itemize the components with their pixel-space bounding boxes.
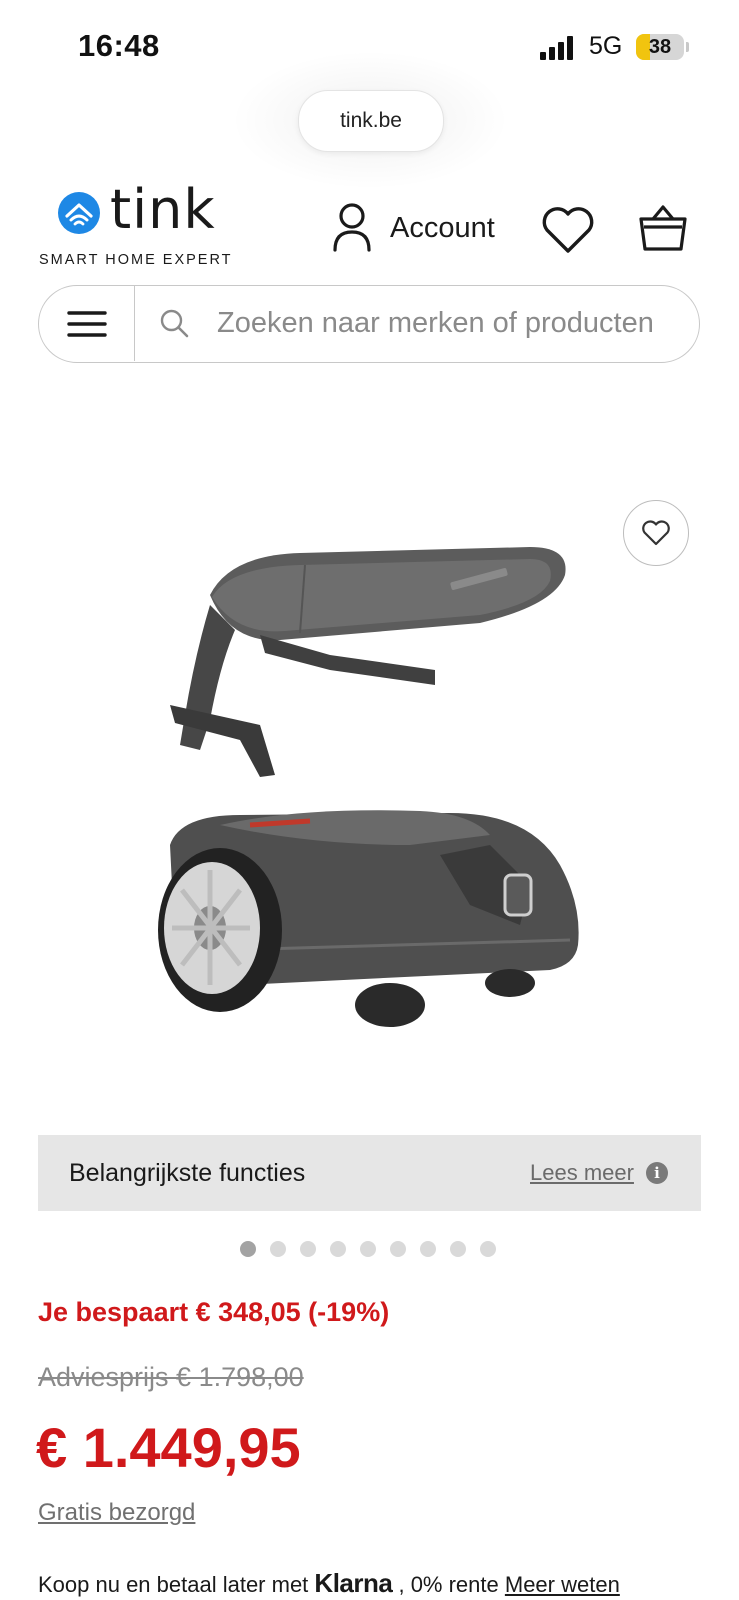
bag-icon[interactable] <box>638 203 688 253</box>
status-time: 16:48 <box>78 28 160 63</box>
heart-icon <box>642 520 670 546</box>
gallery-dot[interactable] <box>330 1241 346 1257</box>
search-bar <box>38 285 700 363</box>
account-icon[interactable] <box>332 202 372 252</box>
gallery-pagination <box>240 1241 496 1257</box>
address-bar[interactable]: tink.be <box>298 90 444 152</box>
logo-wordmark[interactable]: tink <box>110 178 216 241</box>
logo-tagline: SMART HOME EXPERT <box>39 252 233 268</box>
gallery-dot[interactable] <box>420 1241 436 1257</box>
advice-price: Adviesprijs € 1.798,00 <box>38 1362 304 1392</box>
features-title: Belangrijkste functies <box>69 1159 306 1187</box>
klarna-prefix: Koop nu en betaal later met <box>38 1572 309 1597</box>
account-link[interactable]: Account <box>390 212 495 245</box>
gallery-dot[interactable] <box>240 1241 256 1257</box>
heart-icon[interactable] <box>540 205 596 255</box>
klarna-more-link[interactable]: Meer weten <box>505 1572 620 1597</box>
product-price: € 1.449,95 <box>36 1416 301 1479</box>
menu-icon <box>66 310 107 337</box>
savings-text: Je bespaart € 348,05 (-19%) <box>38 1297 390 1327</box>
klarna-info: Koop nu en betaal later met Klarna , 0% … <box>38 1568 620 1599</box>
menu-button[interactable] <box>39 286 135 361</box>
klarna-suffix: , 0% rente <box>398 1572 499 1597</box>
klarna-logo: Klarna <box>314 1568 393 1598</box>
gallery-dot[interactable] <box>270 1241 286 1257</box>
tink-logo-icon[interactable] <box>56 190 102 236</box>
read-more-link[interactable]: Lees meer <box>530 1160 634 1186</box>
battery-level: 38 <box>648 36 672 58</box>
network-type: 5G <box>589 32 623 60</box>
key-features-bar[interactable]: Belangrijkste functies Lees meer i <box>38 1135 701 1211</box>
wishlist-button[interactable] <box>623 500 689 566</box>
search-input[interactable] <box>217 286 689 361</box>
gallery-dot[interactable] <box>390 1241 406 1257</box>
gallery-dot[interactable] <box>360 1241 376 1257</box>
search-icon <box>160 309 189 338</box>
gallery-dot[interactable] <box>300 1241 316 1257</box>
info-icon[interactable]: i <box>646 1162 668 1184</box>
signal-icon <box>540 36 580 60</box>
gallery-dot[interactable] <box>450 1241 466 1257</box>
battery-tip <box>686 42 689 52</box>
gallery-dot[interactable] <box>480 1241 496 1257</box>
free-delivery-link[interactable]: Gratis bezorgd <box>38 1499 195 1527</box>
product-image[interactable] <box>150 545 610 1065</box>
battery-icon: 38 <box>636 34 684 60</box>
